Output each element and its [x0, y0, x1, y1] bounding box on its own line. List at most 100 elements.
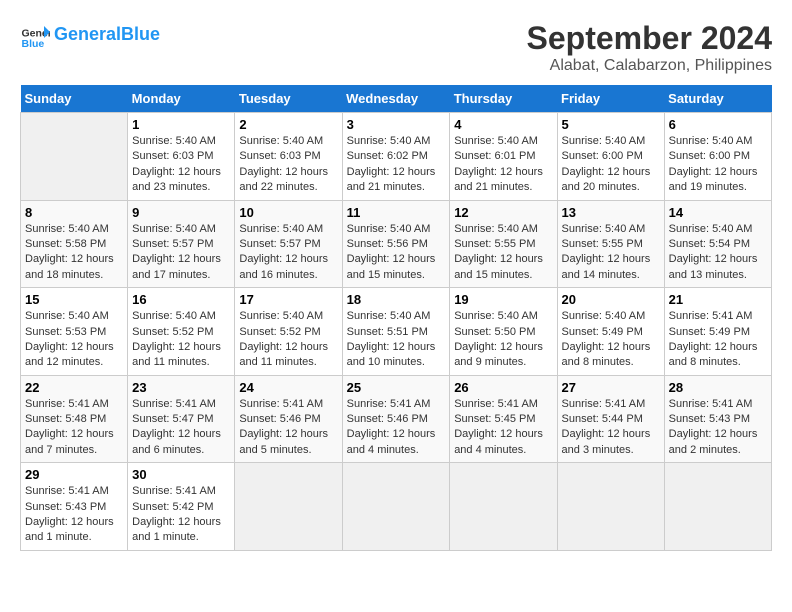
day-info: Sunrise: 5:40 AM Sunset: 6:02 PM Dayligh…: [347, 134, 446, 196]
day-info: Sunrise: 5:40 AM Sunset: 5:57 PM Dayligh…: [239, 222, 337, 284]
col-header-friday: Friday: [557, 85, 664, 113]
calendar-cell: 2 Sunrise: 5:40 AM Sunset: 6:03 PM Daylig…: [235, 113, 342, 201]
week-row-5: 29 Sunrise: 5:41 AM Sunset: 5:43 PM Dayli…: [21, 463, 772, 551]
calendar-cell: 25 Sunrise: 5:41 AM Sunset: 5:46 PM Dayli…: [342, 375, 450, 463]
calendar-table: SundayMondayTuesdayWednesdayThursdayFrid…: [20, 85, 772, 551]
col-header-monday: Monday: [128, 85, 235, 113]
calendar-cell: 8 Sunrise: 5:40 AM Sunset: 5:58 PM Daylig…: [21, 200, 128, 288]
day-number: 17: [239, 292, 337, 307]
day-info: Sunrise: 5:40 AM Sunset: 5:51 PM Dayligh…: [347, 309, 446, 371]
day-info: Sunrise: 5:40 AM Sunset: 6:00 PM Dayligh…: [562, 134, 660, 196]
day-number: 10: [239, 205, 337, 220]
week-row-1: 1 Sunrise: 5:40 AM Sunset: 6:03 PM Daylig…: [21, 113, 772, 201]
day-number: 5: [562, 117, 660, 132]
calendar-cell: 27Sunrise: 5:41 AM Sunset: 5:44 PM Dayli…: [557, 375, 664, 463]
page-subtitle: Alabat, Calabarzon, Philippines: [527, 57, 772, 75]
calendar-cell: [664, 463, 771, 551]
day-number: 19: [454, 292, 552, 307]
day-number: 9: [132, 205, 230, 220]
calendar-cell: 28 Sunrise: 5:41 AM Sunset: 5:43 PM Dayli…: [664, 375, 771, 463]
calendar-cell: 18 Sunrise: 5:40 AM Sunset: 5:51 PM Dayli…: [342, 288, 450, 376]
logo: General Blue GeneralBlue: [20, 20, 160, 50]
day-info: Sunrise: 5:41 AM Sunset: 5:49 PM Dayligh…: [669, 309, 767, 371]
day-info: Sunrise: 5:40 AM Sunset: 6:03 PM Dayligh…: [239, 134, 337, 196]
calendar-cell: 22Sunrise: 5:41 AM Sunset: 5:48 PM Dayli…: [21, 375, 128, 463]
day-number: 28: [669, 380, 767, 395]
calendar-cell: 14Sunrise: 5:40 AM Sunset: 5:54 PM Dayli…: [664, 200, 771, 288]
day-info: Sunrise: 5:41 AM Sunset: 5:43 PM Dayligh…: [669, 397, 767, 459]
day-info: Sunrise: 5:40 AM Sunset: 5:57 PM Dayligh…: [132, 222, 230, 284]
calendar-cell: 1 Sunrise: 5:40 AM Sunset: 6:03 PM Daylig…: [128, 113, 235, 201]
calendar-cell: 13Sunrise: 5:40 AM Sunset: 5:55 PM Dayli…: [557, 200, 664, 288]
week-row-3: 15 Sunrise: 5:40 AM Sunset: 5:53 PM Dayli…: [21, 288, 772, 376]
calendar-cell: 21 Sunrise: 5:41 AM Sunset: 5:49 PM Dayli…: [664, 288, 771, 376]
col-header-sunday: Sunday: [21, 85, 128, 113]
col-header-tuesday: Tuesday: [235, 85, 342, 113]
day-number: 30: [132, 467, 230, 482]
day-info: Sunrise: 5:41 AM Sunset: 5:46 PM Dayligh…: [347, 397, 446, 459]
day-info: Sunrise: 5:40 AM Sunset: 5:53 PM Dayligh…: [25, 309, 123, 371]
day-number: 2: [239, 117, 337, 132]
calendar-cell: [557, 463, 664, 551]
day-number: 29: [25, 467, 123, 482]
calendar-cell: 30 Sunrise: 5:41 AM Sunset: 5:42 PM Dayli…: [128, 463, 235, 551]
week-row-4: 22Sunrise: 5:41 AM Sunset: 5:48 PM Dayli…: [21, 375, 772, 463]
day-number: 12: [454, 205, 552, 220]
day-number: 21: [669, 292, 767, 307]
day-info: Sunrise: 5:40 AM Sunset: 5:52 PM Dayligh…: [132, 309, 230, 371]
col-header-saturday: Saturday: [664, 85, 771, 113]
day-info: Sunrise: 5:40 AM Sunset: 6:03 PM Dayligh…: [132, 134, 230, 196]
day-info: Sunrise: 5:40 AM Sunset: 5:49 PM Dayligh…: [562, 309, 660, 371]
calendar-cell: 16 Sunrise: 5:40 AM Sunset: 5:52 PM Dayli…: [128, 288, 235, 376]
calendar-cell: [342, 463, 450, 551]
calendar-cell: 20 Sunrise: 5:40 AM Sunset: 5:49 PM Dayli…: [557, 288, 664, 376]
col-header-wednesday: Wednesday: [342, 85, 450, 113]
day-info: Sunrise: 5:40 AM Sunset: 5:50 PM Dayligh…: [454, 309, 552, 371]
page-title: September 2024: [527, 20, 772, 57]
day-info: Sunrise: 5:41 AM Sunset: 5:43 PM Dayligh…: [25, 484, 123, 546]
day-info: Sunrise: 5:40 AM Sunset: 5:52 PM Dayligh…: [239, 309, 337, 371]
day-number: 23: [132, 380, 230, 395]
calendar-cell: 23 Sunrise: 5:41 AM Sunset: 5:47 PM Dayli…: [128, 375, 235, 463]
day-info: Sunrise: 5:40 AM Sunset: 5:55 PM Dayligh…: [454, 222, 552, 284]
calendar-cell: 12 Sunrise: 5:40 AM Sunset: 5:55 PM Dayli…: [450, 200, 557, 288]
day-number: 20: [562, 292, 660, 307]
day-info: Sunrise: 5:40 AM Sunset: 5:58 PM Dayligh…: [25, 222, 123, 284]
week-row-2: 8 Sunrise: 5:40 AM Sunset: 5:58 PM Daylig…: [21, 200, 772, 288]
day-info: Sunrise: 5:41 AM Sunset: 5:45 PM Dayligh…: [454, 397, 552, 459]
day-info: Sunrise: 5:41 AM Sunset: 5:42 PM Dayligh…: [132, 484, 230, 546]
calendar-cell: 17 Sunrise: 5:40 AM Sunset: 5:52 PM Dayli…: [235, 288, 342, 376]
calendar-cell: 26 Sunrise: 5:41 AM Sunset: 5:45 PM Dayli…: [450, 375, 557, 463]
calendar-cell: [450, 463, 557, 551]
day-info: Sunrise: 5:41 AM Sunset: 5:46 PM Dayligh…: [239, 397, 337, 459]
calendar-cell: 24 Sunrise: 5:41 AM Sunset: 5:46 PM Dayli…: [235, 375, 342, 463]
calendar-cell: 3 Sunrise: 5:40 AM Sunset: 6:02 PM Daylig…: [342, 113, 450, 201]
column-headers: SundayMondayTuesdayWednesdayThursdayFrid…: [21, 85, 772, 113]
day-number: 15: [25, 292, 123, 307]
day-number: 4: [454, 117, 552, 132]
day-number: 8: [25, 205, 123, 220]
calendar-cell: 9 Sunrise: 5:40 AM Sunset: 5:57 PM Daylig…: [128, 200, 235, 288]
day-number: 24: [239, 380, 337, 395]
day-number: 1: [132, 117, 230, 132]
calendar-cell: 10 Sunrise: 5:40 AM Sunset: 5:57 PM Dayli…: [235, 200, 342, 288]
day-info: Sunrise: 5:41 AM Sunset: 5:44 PM Dayligh…: [562, 397, 660, 459]
day-number: 26: [454, 380, 552, 395]
day-info: Sunrise: 5:40 AM Sunset: 5:54 PM Dayligh…: [669, 222, 767, 284]
calendar-cell: 5 Sunrise: 5:40 AM Sunset: 6:00 PM Daylig…: [557, 113, 664, 201]
day-info: Sunrise: 5:40 AM Sunset: 5:56 PM Dayligh…: [347, 222, 446, 284]
day-number: 3: [347, 117, 446, 132]
day-number: 25: [347, 380, 446, 395]
day-number: 16: [132, 292, 230, 307]
calendar-cell: [235, 463, 342, 551]
header: General Blue GeneralBlue September 2024 …: [20, 20, 772, 75]
day-number: 13: [562, 205, 660, 220]
calendar-cell: 4Sunrise: 5:40 AM Sunset: 6:01 PM Daylig…: [450, 113, 557, 201]
logo-text: GeneralBlue: [54, 25, 160, 45]
title-area: September 2024 Alabat, Calabarzon, Phili…: [527, 20, 772, 75]
calendar-cell: 15 Sunrise: 5:40 AM Sunset: 5:53 PM Dayli…: [21, 288, 128, 376]
day-info: Sunrise: 5:41 AM Sunset: 5:47 PM Dayligh…: [132, 397, 230, 459]
svg-text:Blue: Blue: [22, 38, 45, 50]
logo-icon: General Blue: [20, 20, 50, 50]
day-number: 18: [347, 292, 446, 307]
